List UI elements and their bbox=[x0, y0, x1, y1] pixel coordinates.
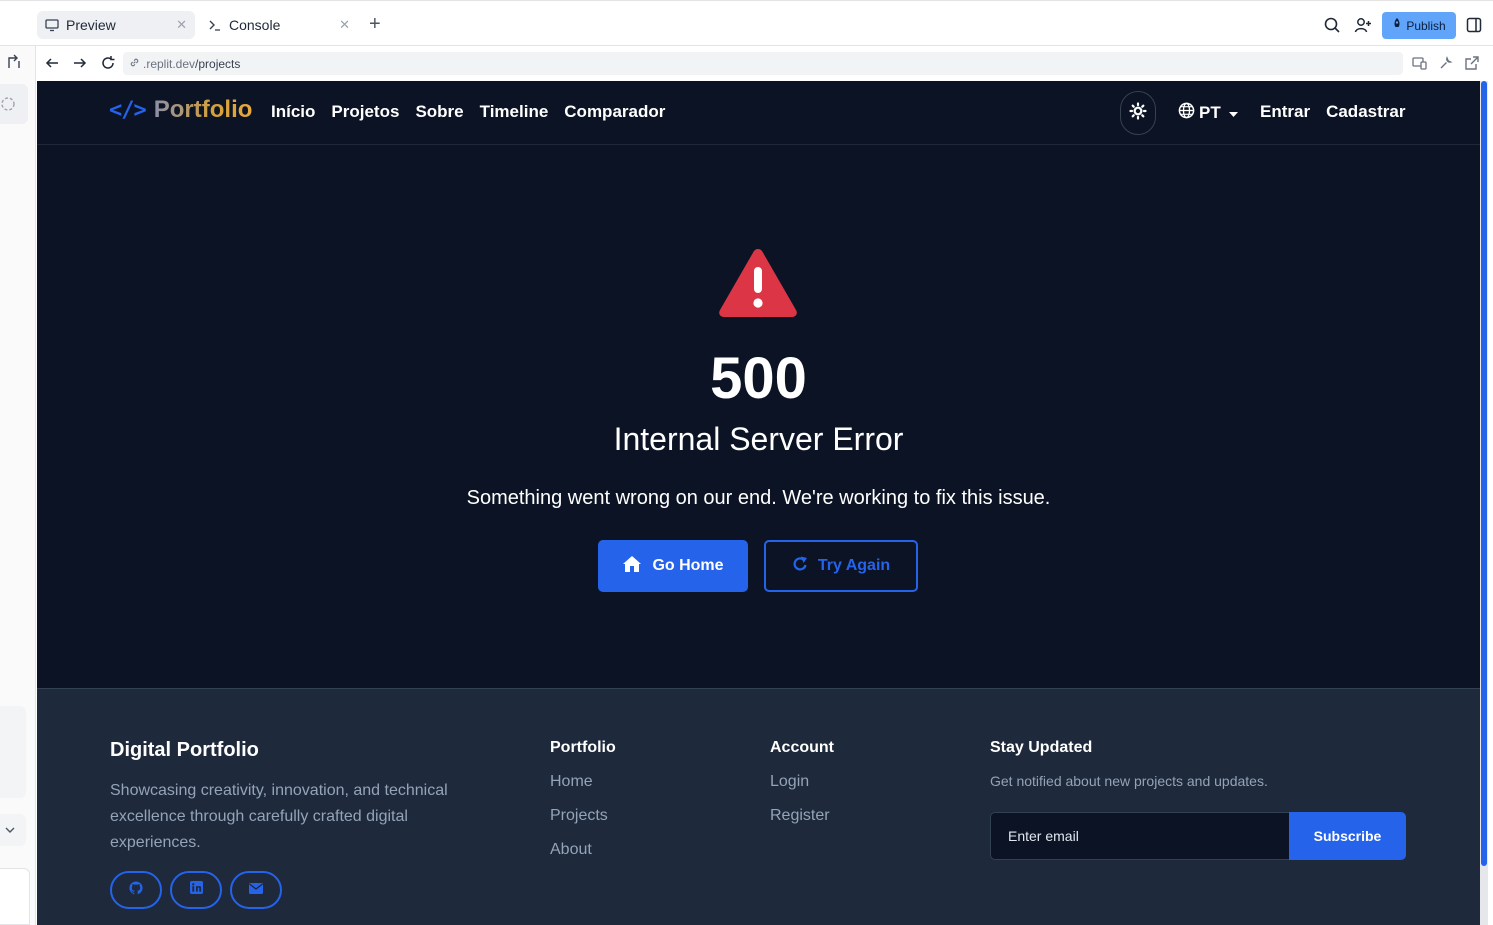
subscribe-button[interactable]: Subscribe bbox=[1289, 812, 1406, 860]
caret-down-icon bbox=[1228, 103, 1238, 123]
theme-toggle-button[interactable] bbox=[1120, 91, 1156, 135]
footer-newsletter-column: Stay Updated Get notified about new proj… bbox=[990, 739, 1268, 789]
footer-link-home[interactable]: Home bbox=[550, 773, 616, 807]
nav-links: Início Projetos Sobre Timeline Comparado… bbox=[271, 102, 665, 122]
signup-link[interactable]: Cadastrar bbox=[1326, 102, 1405, 122]
linkedin-icon bbox=[189, 881, 203, 899]
monitor-icon bbox=[44, 17, 60, 33]
new-tab-icon[interactable]: + bbox=[369, 14, 381, 34]
github-icon bbox=[129, 880, 143, 900]
scrollbar[interactable] bbox=[1480, 81, 1488, 925]
tab-preview[interactable]: Preview ✕ bbox=[37, 11, 195, 39]
newsletter-heading: Stay Updated bbox=[990, 739, 1093, 756]
error-message: Something went wrong on our end. We're w… bbox=[466, 487, 1051, 509]
error-title: Internal Server Error bbox=[613, 421, 904, 457]
loading-panel bbox=[0, 84, 28, 124]
linkedin-button[interactable] bbox=[170, 871, 222, 909]
url-path: /projects bbox=[195, 56, 241, 71]
rocket-icon bbox=[1392, 18, 1402, 33]
envelope-icon bbox=[249, 881, 263, 899]
newsletter-text: Get notified about new projects and upda… bbox=[990, 773, 1268, 789]
nav-link-timeline[interactable]: Timeline bbox=[480, 102, 549, 122]
language-dropdown[interactable]: PT bbox=[1178, 102, 1238, 124]
scrollbar-thumb[interactable] bbox=[1481, 81, 1487, 866]
close-tab-icon[interactable]: ✕ bbox=[176, 17, 187, 33]
footer-brand: Digital Portfolio bbox=[110, 739, 259, 761]
site-footer: Digital Portfolio Showcasing creativity,… bbox=[37, 688, 1480, 925]
email-button[interactable] bbox=[230, 871, 282, 909]
url-host: .replit.dev bbox=[143, 56, 196, 71]
footer-link-login[interactable]: Login bbox=[770, 773, 834, 807]
error-code: 500 bbox=[710, 346, 807, 411]
go-home-button[interactable]: Go Home bbox=[598, 540, 748, 592]
login-link[interactable]: Entrar bbox=[1260, 102, 1310, 122]
left-sidebar-strip bbox=[0, 46, 36, 925]
external-link-icon[interactable] bbox=[1464, 55, 1480, 71]
invite-user-icon[interactable] bbox=[1354, 12, 1372, 38]
sun-icon bbox=[1129, 101, 1147, 125]
footer-link-projects[interactable]: Projects bbox=[550, 807, 616, 841]
warning-triangle-icon bbox=[717, 245, 799, 319]
publish-button[interactable]: Publish bbox=[1382, 12, 1456, 39]
publish-label: Publish bbox=[1406, 18, 1446, 33]
social-links bbox=[110, 871, 282, 909]
tab-label: Preview bbox=[66, 17, 116, 33]
code-icon: </> bbox=[109, 97, 147, 123]
footer-link-about[interactable]: About bbox=[550, 841, 616, 875]
try-again-label: Try Again bbox=[817, 557, 891, 574]
footer-link-register[interactable]: Register bbox=[770, 807, 834, 841]
footer-description: Showcasing creativity, innovation, and t… bbox=[110, 782, 448, 851]
github-button[interactable] bbox=[110, 871, 162, 909]
branch-icon[interactable] bbox=[6, 54, 22, 75]
go-home-label: Go Home bbox=[652, 557, 724, 574]
reload-icon[interactable] bbox=[100, 55, 116, 71]
search-icon[interactable] bbox=[1323, 12, 1341, 38]
url-field[interactable]: .replit.dev/projects bbox=[123, 52, 1403, 75]
brand-name: Portfolio bbox=[153, 96, 253, 123]
try-again-button[interactable]: Try Again bbox=[764, 540, 918, 592]
browser-tab-bar: Preview ✕ Console ✕ + Publish bbox=[0, 0, 1493, 46]
newsletter-form: Subscribe bbox=[990, 812, 1406, 860]
close-tab-icon[interactable]: ✕ bbox=[339, 17, 350, 33]
app-viewport: </> Portfolio Início Projetos Sobre Time… bbox=[37, 81, 1480, 925]
chevron-down-icon[interactable] bbox=[0, 814, 26, 846]
terminal-icon bbox=[207, 17, 223, 33]
address-bar-row: .replit.dev/projects bbox=[37, 47, 1488, 80]
nav-link-comparador[interactable]: Comparador bbox=[564, 102, 665, 122]
footer-account-column: Account Login Register bbox=[770, 739, 834, 841]
link-icon bbox=[129, 57, 140, 71]
home-icon bbox=[622, 555, 642, 578]
nav-link-sobre[interactable]: Sobre bbox=[415, 102, 463, 122]
tab-label: Console bbox=[229, 17, 281, 33]
back-arrow-icon[interactable] bbox=[44, 55, 60, 71]
globe-icon bbox=[1178, 102, 1195, 124]
newsletter-email-input[interactable] bbox=[990, 812, 1289, 860]
footer-portfolio-column: Portfolio Home Projects About bbox=[550, 739, 616, 875]
footer-account-heading: Account bbox=[770, 739, 834, 756]
tab-console[interactable]: Console ✕ bbox=[200, 11, 358, 39]
language-label: PT bbox=[1199, 103, 1221, 122]
nav-link-projetos[interactable]: Projetos bbox=[331, 102, 399, 122]
site-navbar: </> Portfolio Início Projetos Sobre Time… bbox=[37, 81, 1480, 145]
auth-links: Entrar Cadastrar bbox=[1260, 102, 1405, 122]
brand-logo[interactable]: </> Portfolio bbox=[109, 96, 252, 124]
redo-icon bbox=[792, 556, 808, 577]
side-panel bbox=[0, 706, 26, 798]
wrench-icon[interactable] bbox=[1438, 55, 1454, 71]
split-view-icon[interactable] bbox=[1466, 12, 1482, 38]
side-input-panel bbox=[0, 868, 30, 925]
nav-link-inicio[interactable]: Início bbox=[271, 102, 315, 122]
forward-arrow-icon[interactable] bbox=[72, 55, 88, 71]
device-preview-icon[interactable] bbox=[1412, 55, 1428, 71]
footer-portfolio-heading: Portfolio bbox=[550, 739, 616, 756]
